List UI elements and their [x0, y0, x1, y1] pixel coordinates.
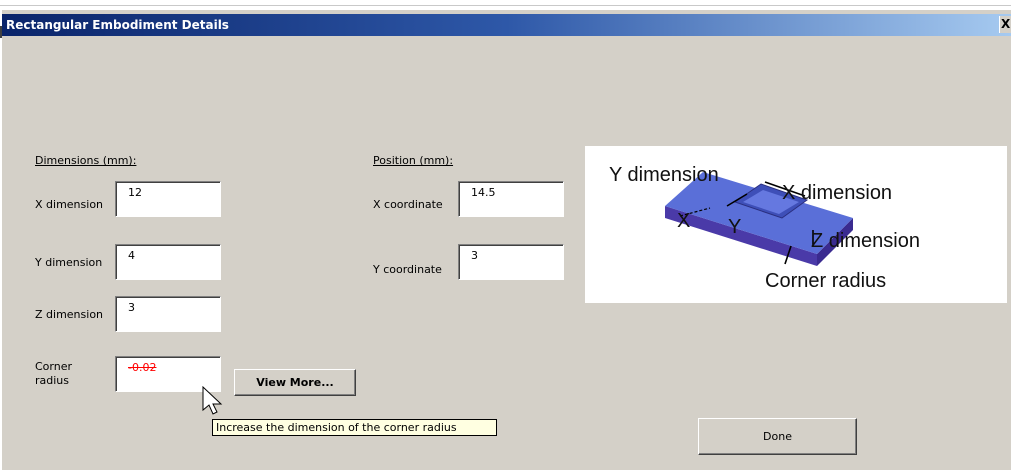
embodiment-diagram: Y dimension X dimension Z dimension Corn…: [585, 146, 1007, 303]
y-coordinate-label: Y coordinate: [373, 263, 442, 276]
x-coordinate-field[interactable]: 14.5: [458, 181, 564, 217]
view-more-button[interactable]: View More...: [234, 369, 356, 396]
mouse-pointer-icon: [202, 386, 223, 415]
diagram-y-small-label: Y: [728, 216, 742, 238]
x-dimension-label: X dimension: [35, 198, 104, 211]
diagram-x-dimension-label: X dimension: [782, 182, 893, 204]
y-dimension-label: Y dimension: [35, 256, 103, 269]
window-title: Rectangular Embodiment Details: [6, 18, 229, 32]
diagram-z-dimension-label: Z dimension: [811, 230, 920, 252]
corner-radius-label-line2: radius: [35, 374, 70, 387]
done-button[interactable]: Done: [698, 418, 857, 455]
top-strip: [0, 0, 1011, 10]
dimensions-section-label: Dimensions (mm):: [35, 154, 137, 167]
x-dimension-field[interactable]: 12: [115, 181, 221, 217]
corner-radius-tooltip: Increase the dimension of the corner rad…: [212, 419, 497, 436]
diagram-corner-radius-label: Corner radius: [765, 270, 887, 292]
divider: [0, 5, 1011, 6]
diagram-y-dimension-label: Y dimension: [609, 164, 719, 186]
title-bar[interactable]: Rectangular Embodiment Details X: [2, 14, 1011, 36]
diagram-x-small-label: X: [677, 210, 691, 232]
y-dimension-field[interactable]: 4: [115, 244, 221, 280]
y-coordinate-field[interactable]: 3: [458, 244, 564, 280]
position-section-label: Position (mm):: [373, 154, 454, 167]
corner-radius-label-line1: Corner: [35, 360, 73, 373]
left-edge-mark: [0, 26, 2, 38]
x-coordinate-label: X coordinate: [373, 198, 443, 211]
z-dimension-field[interactable]: 3: [115, 296, 221, 332]
close-button[interactable]: X: [999, 16, 1011, 33]
z-dimension-label: Z dimension: [35, 308, 104, 321]
